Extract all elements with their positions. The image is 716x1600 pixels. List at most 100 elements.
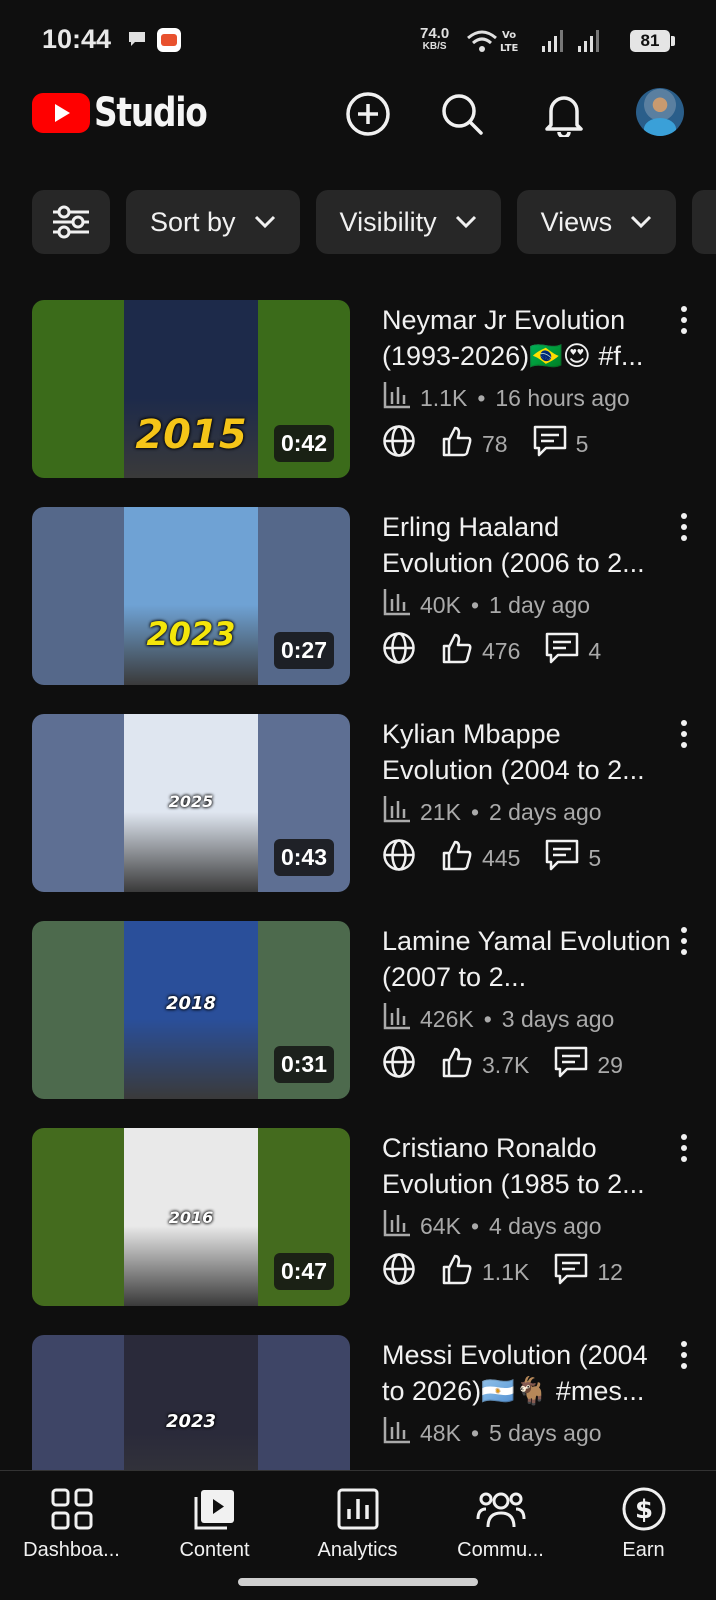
more-options-button[interactable] bbox=[672, 302, 696, 342]
youtube-studio-logo: Studio bbox=[32, 90, 231, 136]
analytics-bars-icon bbox=[382, 380, 412, 416]
avatar[interactable] bbox=[636, 88, 684, 136]
video-engagement: 78 5 bbox=[382, 424, 588, 464]
filter-settings-button[interactable] bbox=[32, 190, 110, 254]
nav-content[interactable]: Content bbox=[143, 1485, 286, 1562]
upload-age: 1 day ago bbox=[489, 591, 591, 618]
video-list-item[interactable]: 2025 0:43 Kylian Mbappe Evolution (2004 … bbox=[0, 714, 716, 894]
video-duration: 0:43 bbox=[273, 839, 334, 876]
create-button[interactable] bbox=[342, 88, 394, 140]
more-options-button[interactable] bbox=[672, 1130, 696, 1170]
video-title[interactable]: Lamine Yamal Evolution (2007 to 2... bbox=[382, 923, 672, 995]
community-icon bbox=[476, 1492, 525, 1528]
video-title[interactable]: Erling Haaland Evolution (2006 to 2... bbox=[382, 509, 672, 581]
nav-dashboard-label: Dashboa... bbox=[23, 1539, 120, 1561]
thumbs-up-icon bbox=[440, 424, 474, 464]
upload-age: 2 days ago bbox=[489, 798, 602, 825]
nav-dashboard[interactable]: Dashboa... bbox=[0, 1485, 143, 1562]
comment-count: 29 bbox=[597, 1051, 623, 1078]
more-vertical-icon bbox=[679, 926, 689, 961]
more-options-button[interactable] bbox=[672, 923, 696, 963]
upload-age: 3 days ago bbox=[501, 1005, 615, 1032]
globe-icon bbox=[382, 838, 416, 878]
more-options-button[interactable] bbox=[672, 509, 696, 549]
comment-count: 4 bbox=[588, 637, 602, 664]
upload-age: 5 days ago bbox=[489, 1419, 602, 1446]
video-list-item[interactable]: 2023 0:27 Erling Haaland Evolution (2006… bbox=[0, 507, 716, 687]
like-count: 3.7K bbox=[482, 1051, 530, 1078]
separator-dot: • bbox=[483, 1005, 492, 1032]
search-button[interactable] bbox=[436, 88, 488, 140]
like-count: 78 bbox=[482, 430, 508, 457]
views-chip[interactable]: Views bbox=[516, 190, 677, 254]
search-icon bbox=[442, 94, 483, 135]
video-engagement: 476 4 bbox=[382, 631, 601, 671]
video-thumbnail[interactable]: 2025 0:43 bbox=[32, 714, 350, 892]
view-count: 48K bbox=[420, 1419, 461, 1446]
more-filter-chip[interactable] bbox=[692, 190, 716, 254]
thumbnail-year-text: 2016 bbox=[168, 1208, 214, 1227]
comment-icon bbox=[544, 838, 580, 878]
nav-community[interactable]: Commu... bbox=[429, 1485, 572, 1562]
analytics-bars-icon bbox=[382, 587, 412, 623]
status-time: 10:44 bbox=[42, 24, 112, 54]
analytics-icon bbox=[337, 1488, 378, 1530]
video-stats: 40K • 1 day ago bbox=[382, 587, 590, 623]
upload-age: 16 hours ago bbox=[495, 384, 630, 411]
thumbnail-year-text: 2023 bbox=[146, 615, 236, 653]
video-thumbnail[interactable]: 2016 0:47 bbox=[32, 1128, 350, 1306]
video-thumbnail[interactable]: 2018 0:31 bbox=[32, 921, 350, 1099]
video-list-item[interactable]: 2023 Messi Evolution (2004 to 2026)🇦🇷🐐 #… bbox=[0, 1335, 716, 1470]
video-stats: 21K • 2 days ago bbox=[382, 794, 602, 830]
home-indicator[interactable] bbox=[238, 1578, 478, 1586]
nav-earn[interactable]: $ Earn bbox=[572, 1485, 715, 1562]
video-thumbnail[interactable]: 2023 bbox=[32, 1335, 350, 1470]
video-title[interactable]: Cristiano Ronaldo Evolution (1985 to 2..… bbox=[382, 1130, 672, 1202]
sort-by-chip[interactable]: Sort by bbox=[126, 190, 300, 254]
upload-age: 4 days ago bbox=[489, 1212, 602, 1239]
video-title[interactable]: Kylian Mbappe Evolution (2004 to 2... bbox=[382, 716, 672, 788]
app-header: Studio bbox=[0, 80, 716, 180]
analytics-bars-icon bbox=[382, 794, 412, 830]
view-count: 40K bbox=[420, 591, 461, 618]
video-stats: 64K • 4 days ago bbox=[382, 1208, 602, 1244]
nav-earn-label: Earn bbox=[622, 1539, 665, 1561]
filter-bar: Sort by Visibility Views bbox=[32, 190, 716, 254]
video-list-item[interactable]: 2018 0:31 Lamine Yamal Evolution (2007 t… bbox=[0, 921, 716, 1101]
like-count: 445 bbox=[482, 844, 521, 871]
video-duration: 0:42 bbox=[273, 425, 334, 462]
analytics-bars-icon bbox=[382, 1001, 412, 1037]
more-vertical-icon bbox=[679, 1340, 689, 1375]
signal-icons: Vo LTE bbox=[467, 30, 599, 54]
comment-icon bbox=[553, 1252, 589, 1292]
globe-icon bbox=[382, 1045, 416, 1085]
thumbnail-year-text: 2015 bbox=[135, 412, 247, 458]
video-title[interactable]: Neymar Jr Evolution (1993-2026)🇧🇷😍 #f... bbox=[382, 302, 672, 374]
chevron-down-icon bbox=[254, 215, 275, 229]
view-count: 426K bbox=[420, 1005, 474, 1032]
comment-icon bbox=[532, 424, 568, 464]
notifications-button[interactable] bbox=[538, 88, 590, 140]
video-list-item[interactable]: 2016 0:47 Cristiano Ronaldo Evolution (1… bbox=[0, 1128, 716, 1308]
more-options-button[interactable] bbox=[672, 716, 696, 756]
thumbs-up-icon bbox=[440, 1252, 474, 1292]
visibility-chip[interactable]: Visibility bbox=[315, 190, 501, 254]
video-duration: 0:27 bbox=[273, 632, 334, 669]
video-thumbnail[interactable]: 2023 0:27 bbox=[32, 507, 350, 685]
separator-dot: • bbox=[470, 1212, 479, 1239]
like-count: 1.1K bbox=[482, 1258, 530, 1285]
network-speed-unit: KB/S bbox=[422, 41, 447, 52]
video-thumbnail[interactable]: 2015 0:42 bbox=[32, 300, 350, 478]
separator-dot: • bbox=[470, 591, 479, 618]
like-count: 476 bbox=[482, 637, 521, 664]
video-list-item[interactable]: 2015 0:42 Neymar Jr Evolution (1993-2026… bbox=[0, 300, 716, 480]
comment-count: 12 bbox=[597, 1258, 623, 1285]
video-engagement: 445 5 bbox=[382, 838, 601, 878]
more-options-button[interactable] bbox=[672, 1337, 696, 1377]
nav-analytics[interactable]: Analytics bbox=[286, 1485, 429, 1562]
more-vertical-icon bbox=[679, 305, 689, 340]
analytics-bars-icon bbox=[382, 1415, 412, 1451]
battery-indicator: 81 bbox=[630, 30, 675, 52]
chevron-down-icon bbox=[455, 215, 476, 229]
video-title[interactable]: Messi Evolution (2004 to 2026)🇦🇷🐐 #mes..… bbox=[382, 1337, 672, 1409]
